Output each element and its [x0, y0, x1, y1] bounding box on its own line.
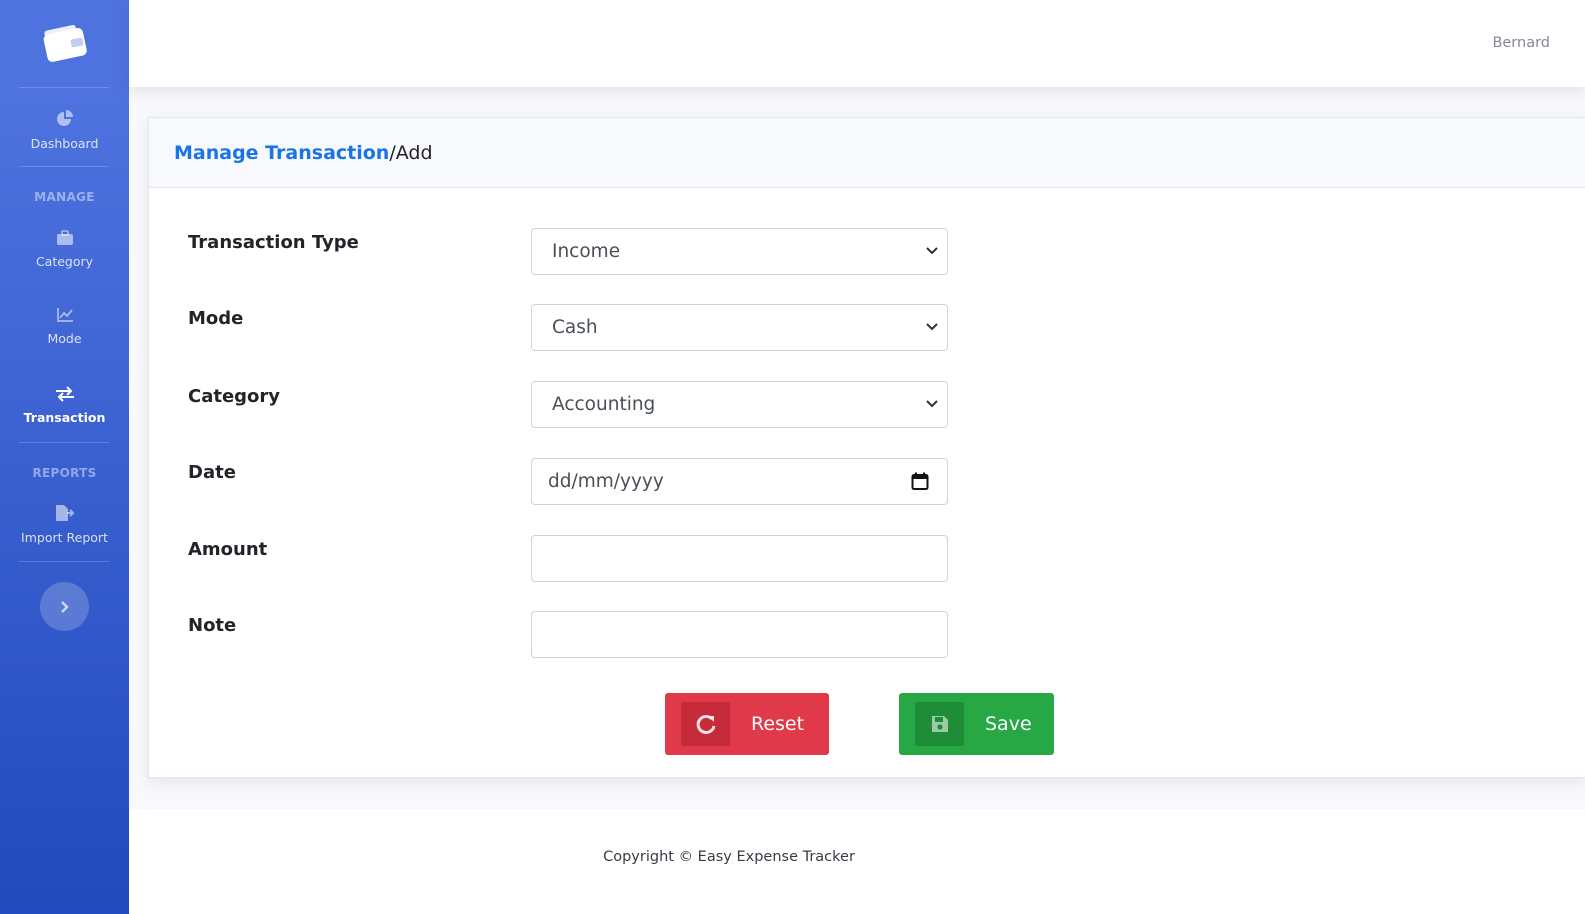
mode-select[interactable]: Cash: [531, 304, 948, 351]
calendar-icon[interactable]: [911, 472, 929, 491]
sidebar: Dashboard MANAGE Category Mode Transacti…: [0, 0, 129, 914]
date-label: Date: [188, 462, 236, 483]
sidebar-item-label: Dashboard: [30, 136, 99, 151]
category-value: Accounting: [552, 394, 656, 415]
reset-button-label: Reset: [751, 713, 805, 735]
breadcrumb-current: Add: [395, 141, 433, 164]
mode-value: Cash: [552, 317, 598, 338]
sidebar-item-label: Mode: [47, 331, 82, 346]
sidebar-item-category[interactable]: Category: [0, 230, 129, 270]
sidebar-heading-manage: MANAGE: [34, 190, 95, 204]
amount-input[interactable]: [531, 535, 948, 582]
user-name[interactable]: Bernard: [1492, 35, 1550, 51]
sidebar-item-label: Category: [35, 254, 94, 269]
sidebar-heading-reports: REPORTS: [32, 466, 97, 480]
briefcase-icon: [56, 230, 73, 245]
sidebar-item-dashboard[interactable]: Dashboard: [0, 110, 129, 152]
topbar: Bernard: [129, 0, 1585, 87]
reset-button[interactable]: Reset: [665, 693, 829, 755]
sidebar-item-label: Transaction: [23, 410, 106, 425]
line-chart-icon: [56, 308, 73, 322]
save-icon-wrapper: [915, 702, 964, 746]
date-placeholder: dd/mm/yyyy: [548, 471, 664, 492]
wallet-icon: [43, 24, 87, 62]
save-button-label: Save: [985, 713, 1032, 735]
exchange-arrows-icon: [55, 386, 74, 402]
redo-icon-wrapper: [681, 702, 730, 746]
save-icon: [931, 716, 948, 732]
category-label: Category: [188, 386, 281, 407]
save-button[interactable]: Save: [899, 693, 1054, 755]
transaction-type-select[interactable]: Income: [531, 228, 948, 275]
pie-chart-icon: [56, 110, 73, 126]
chevron-down-icon: [926, 323, 938, 331]
sidebar-item-label: Import Report: [21, 530, 108, 545]
category-select[interactable]: Accounting: [531, 381, 948, 428]
sidebar-item-transaction[interactable]: Transaction: [0, 386, 129, 426]
sidebar-item-import-report[interactable]: Import Report: [0, 504, 129, 546]
sidebar-item-mode[interactable]: Mode: [0, 307, 129, 347]
sidebar-divider: [19, 561, 109, 562]
date-input[interactable]: dd/mm/yyyy: [531, 458, 948, 505]
breadcrumb: Manage Transaction / Add: [149, 118, 1585, 188]
amount-label: Amount: [188, 539, 268, 560]
transaction-type-label: Transaction Type: [188, 232, 359, 253]
brand-logo[interactable]: [0, 0, 129, 87]
transaction-type-value: Income: [552, 241, 621, 262]
sidebar-divider: [19, 442, 109, 443]
sidebar-divider: [19, 87, 109, 88]
file-export-icon: [55, 505, 74, 521]
copyright-text: Copyright © Easy Expense Tracker: [603, 849, 855, 865]
note-input[interactable]: [531, 611, 948, 658]
redo-icon: [696, 714, 715, 734]
breadcrumb-link-manage-transaction[interactable]: Manage Transaction: [174, 142, 389, 164]
note-label: Note: [188, 615, 237, 636]
chevron-down-icon: [926, 247, 938, 255]
mode-label: Mode: [188, 308, 244, 329]
sidebar-divider: [19, 166, 109, 167]
chevron-right-icon: [60, 600, 69, 613]
chevron-down-icon: [926, 400, 938, 408]
transaction-form-card: Manage Transaction / Add Transaction Type …: [148, 117, 1585, 778]
sidebar-toggle-button[interactable]: [40, 582, 89, 631]
footer: Copyright © Easy Expense Tracker: [129, 809, 1585, 914]
